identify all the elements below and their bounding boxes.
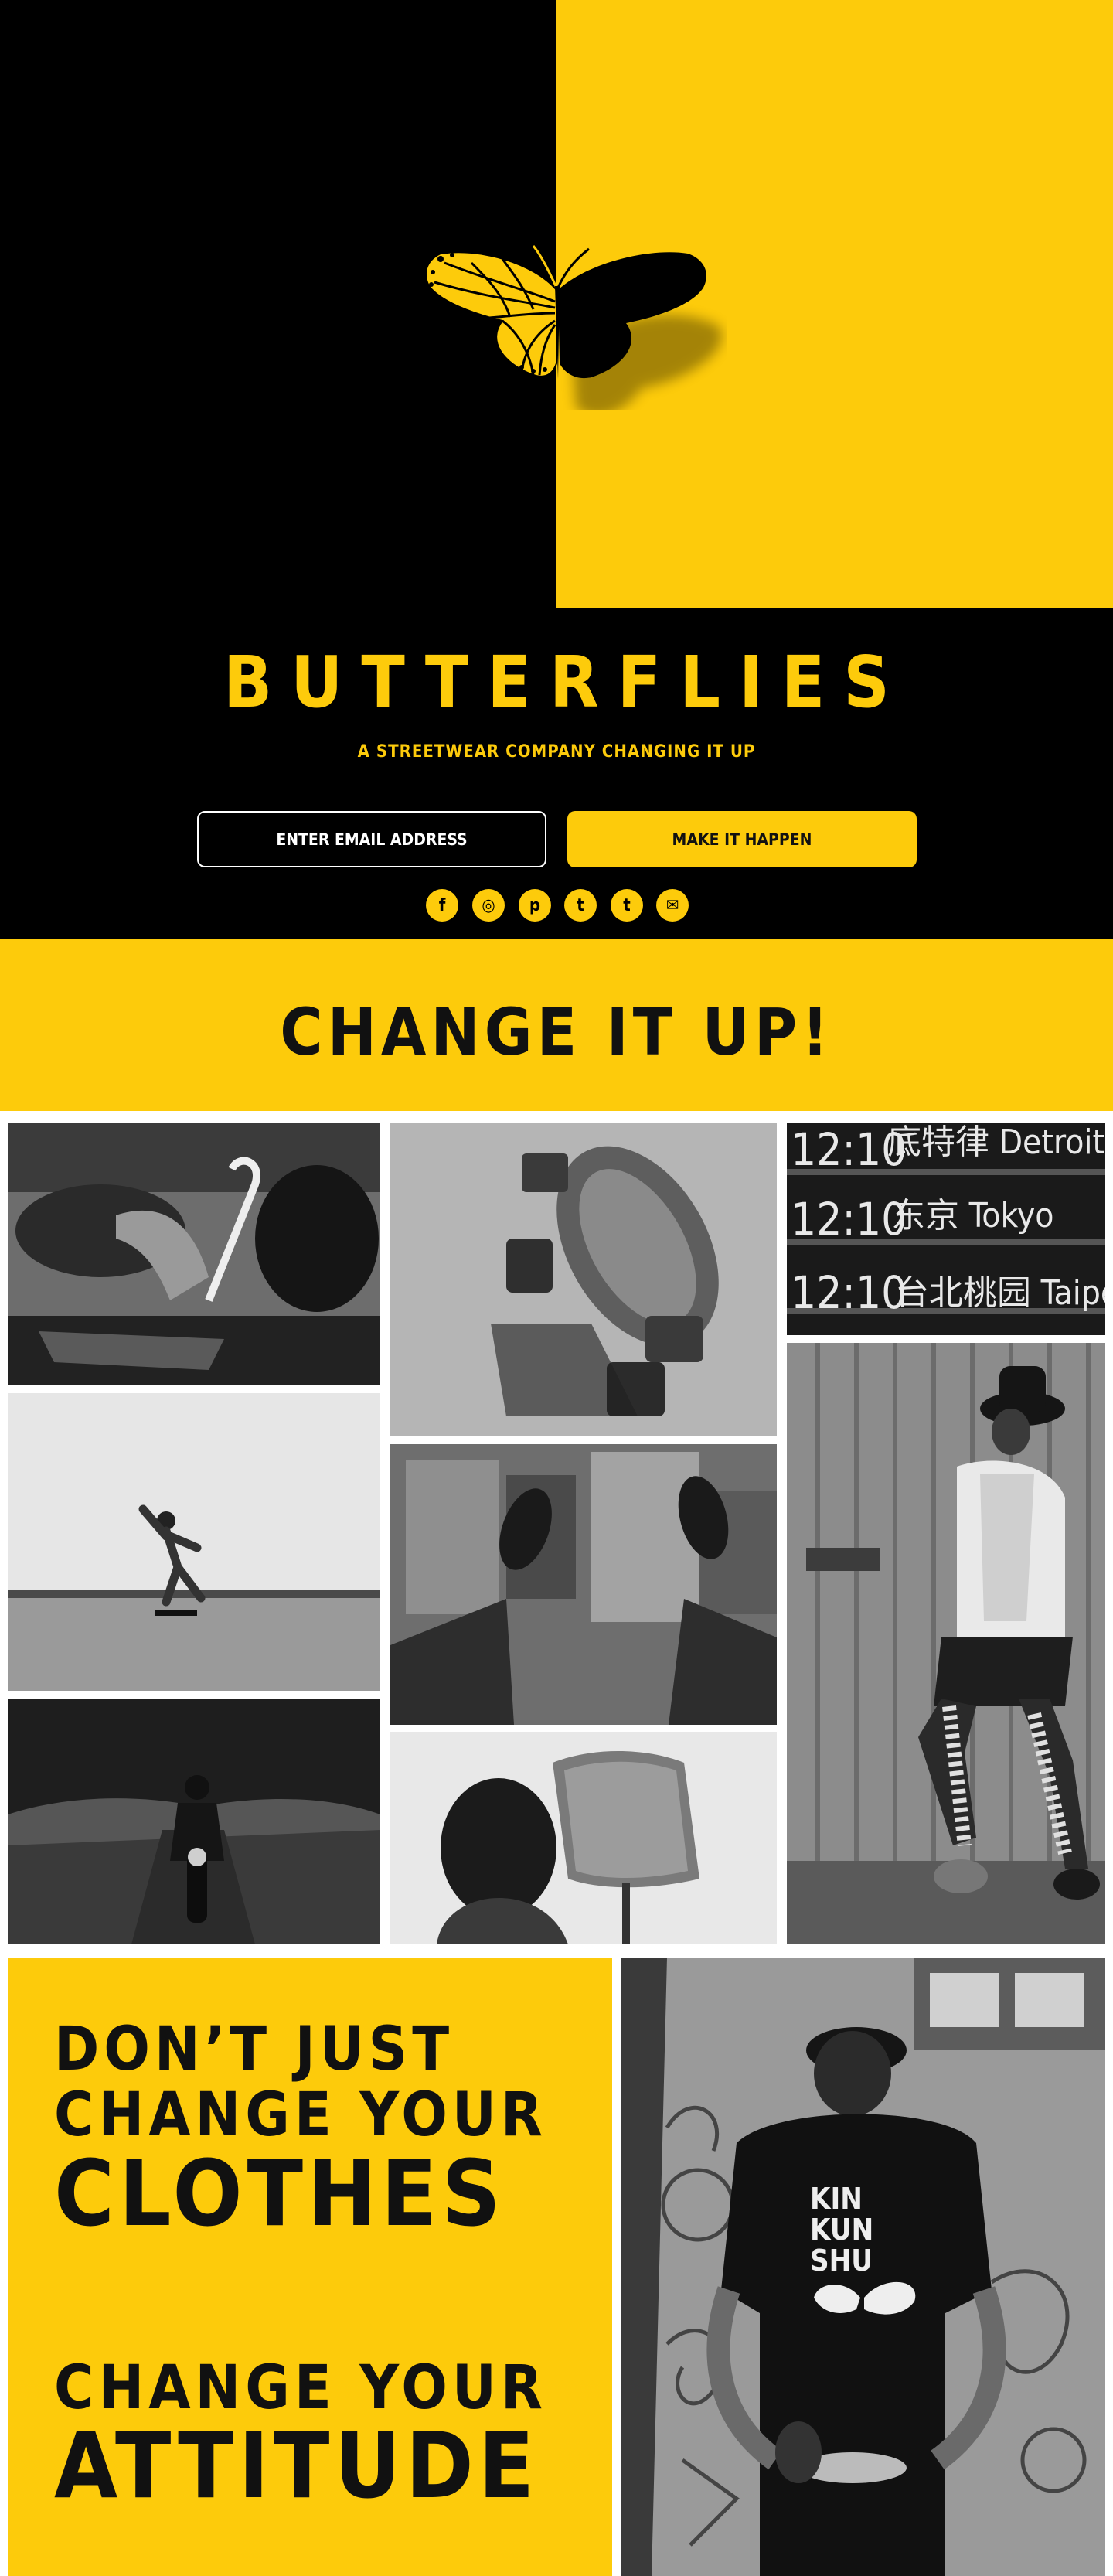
board-city-2: 东京 Tokyo [891, 1196, 1053, 1235]
quote-line-1: DON’T JUST [54, 2015, 454, 2084]
board-city-3: 台北桃园 Taipei Ta [895, 1273, 1105, 1313]
pinterest-icon[interactable]: p [519, 889, 551, 922]
instagram-glyph: ◎ [482, 895, 495, 915]
quote-line-5: ATTITUDE [54, 2412, 539, 2519]
photo-kinkunshu-shirt: KIN KUN SHU [621, 1958, 1105, 2576]
photo-skateboard-wheels [390, 1123, 777, 1436]
quote-line-2: CHANGE YOUR [54, 2080, 547, 2150]
banner-heading: CHANGE IT UP! [280, 994, 833, 1070]
email-glyph: ✉ [665, 895, 679, 915]
photo-skateboarder [8, 1393, 380, 1691]
email-icon[interactable]: ✉ [656, 889, 689, 922]
brand-tagline: A STREETWEAR COMPANY CHANGING IT UP [357, 742, 756, 762]
board-city-1: 底特律 Detroit [887, 1123, 1104, 1162]
quote-line-3: CLOTHES [54, 2140, 505, 2247]
photo-hands-hat [8, 1123, 380, 1385]
photo-departure-board: 12:10 底特律 Detroit 12:10 东京 Tokyo 12:10 台… [787, 1123, 1105, 1335]
tumblr-icon[interactable]: t [611, 889, 643, 922]
photo-headphones-mic [390, 1732, 777, 1944]
instagram-icon[interactable]: ◎ [472, 889, 505, 922]
facebook-glyph: f [438, 895, 446, 915]
email-field[interactable] [197, 811, 546, 867]
photo-motorcycle [8, 1699, 380, 1944]
twitter-icon[interactable]: t [564, 889, 597, 922]
twitter-glyph: t [577, 895, 584, 915]
board-time-3: 12:10 [791, 1266, 907, 1319]
shirt-text-2: KUN [810, 2213, 873, 2247]
make-it-happen-button[interactable]: MAKE IT HAPPEN [567, 811, 917, 867]
tumblr-glyph: t [623, 895, 631, 915]
butterfly-logo [425, 245, 722, 410]
photo-dancing-man [787, 1343, 1105, 1944]
shirt-text-3: SHU [810, 2244, 873, 2278]
shirt-text-1: KIN [810, 2182, 863, 2216]
quote-line-4: CHANGE YOUR [54, 2353, 547, 2423]
photo-feet-over-city [390, 1444, 777, 1725]
board-time-2: 12:10 [791, 1193, 907, 1245]
pinterest-glyph: p [529, 895, 541, 915]
brand-title: BUTTERFLIES [223, 641, 908, 724]
facebook-icon[interactable]: f [426, 889, 458, 922]
